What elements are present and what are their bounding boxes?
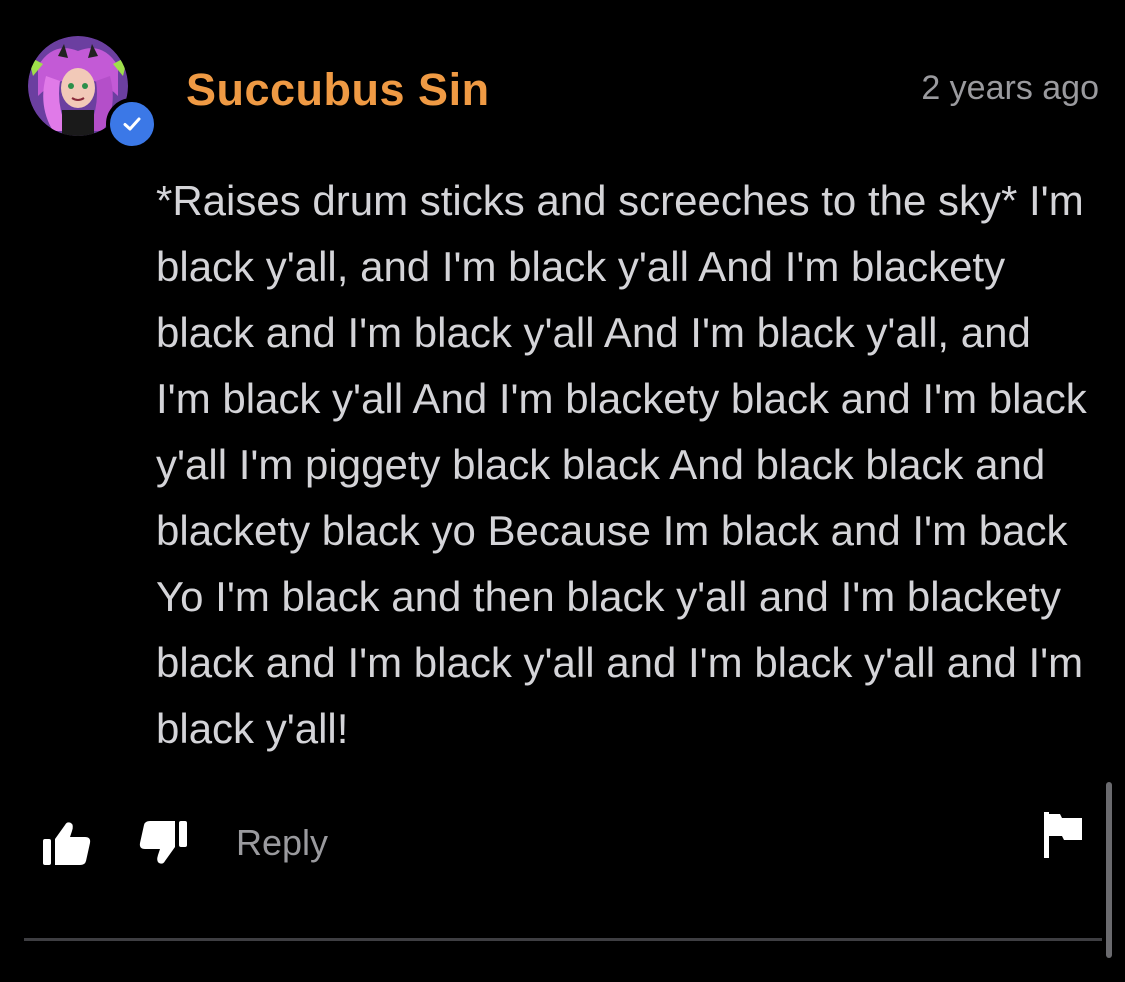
verified-badge — [106, 98, 158, 150]
author-name[interactable]: Succubus Sin — [186, 62, 490, 118]
comment-body: *Raises drum sticks and screeches to the… — [156, 177, 1087, 752]
dislike-button[interactable] — [136, 816, 190, 870]
reply-button[interactable]: Reply — [236, 821, 328, 865]
comment-actions: Reply — [40, 808, 328, 878]
flag-icon — [1044, 812, 1082, 858]
comment-card: Succubus Sin 2 years ago *Raises drum st… — [0, 0, 1125, 982]
thumbs-up-icon — [43, 822, 91, 865]
checkmark-icon — [123, 117, 141, 131]
comment-timestamp: 2 years ago — [921, 69, 1099, 107]
scrollbar[interactable] — [1106, 782, 1112, 958]
thumbs-down-icon — [139, 821, 187, 864]
report-button[interactable] — [1040, 810, 1086, 860]
like-button[interactable] — [40, 816, 94, 870]
divider — [24, 938, 1102, 941]
